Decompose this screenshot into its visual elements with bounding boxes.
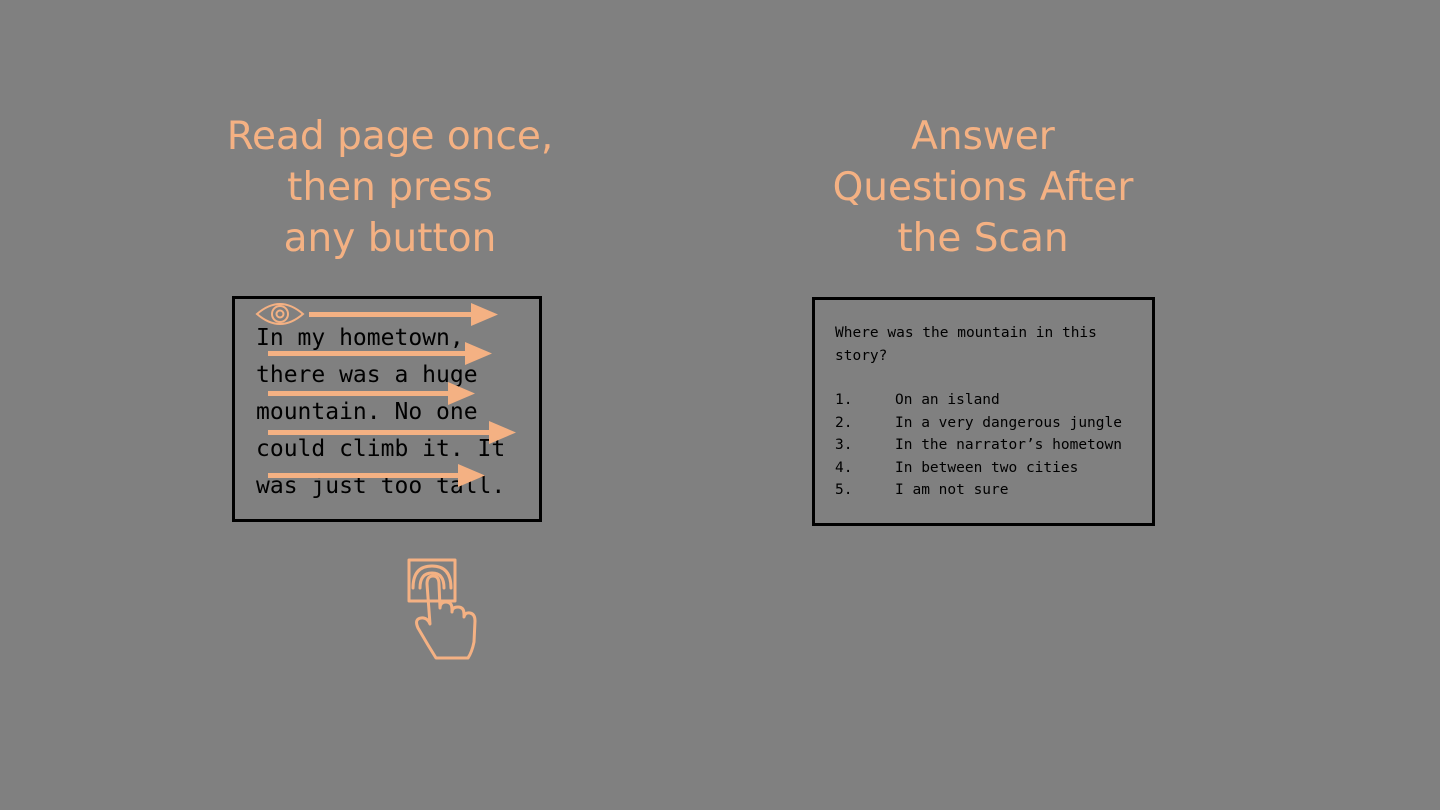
- slide: Read page once, then press any button An…: [0, 0, 1440, 810]
- answer-instruction-title: Answer Questions After the Scan: [783, 111, 1183, 264]
- option-text: In the narrator’s hometown: [895, 437, 1122, 453]
- option-number: 3.: [835, 437, 853, 453]
- title-line: Answer: [911, 114, 1055, 159]
- passage-line: there was a huge: [256, 362, 478, 388]
- answer-option[interactable]: 1. On an island: [835, 389, 1152, 412]
- option-number: 2.: [835, 414, 853, 431]
- option-text: I am not sure: [895, 482, 1009, 498]
- title-line: Read page once,: [226, 114, 554, 159]
- option-number: 4.: [835, 459, 853, 476]
- passage-line: could climb it. It: [256, 436, 506, 462]
- title-line: then press: [287, 165, 493, 210]
- option-text: In between two cities: [895, 459, 1079, 476]
- passage-line: In my hometown,: [256, 325, 464, 351]
- answer-option[interactable]: 4. In between two cities: [835, 457, 1152, 480]
- reading-passage-box: In my hometown, there was a huge mountai…: [232, 296, 542, 522]
- passage-line: was just too tall.: [256, 473, 506, 499]
- answer-option[interactable]: 5. I am not sure: [835, 479, 1152, 502]
- passage-line: mountain. No one: [256, 399, 478, 425]
- title-line: Questions After: [832, 165, 1134, 210]
- answer-option[interactable]: 3. In the narrator’s hometown: [835, 434, 1152, 457]
- question-box: Where was the mountain in this story? 1.…: [812, 297, 1155, 526]
- finger-press-button-icon: [407, 558, 477, 660]
- title-line: the Scan: [897, 216, 1069, 261]
- option-text: On an island: [895, 392, 1000, 408]
- title-line: any button: [283, 216, 497, 261]
- option-text: In a very dangerous jungle: [895, 414, 1122, 431]
- answer-option[interactable]: 2. In a very dangerous jungle: [835, 412, 1152, 435]
- option-number: 5.: [835, 482, 853, 498]
- question-text: Where was the mountain in this story?: [835, 325, 1097, 364]
- option-number: 1.: [835, 392, 853, 408]
- reading-instruction-title: Read page once, then press any button: [190, 111, 590, 264]
